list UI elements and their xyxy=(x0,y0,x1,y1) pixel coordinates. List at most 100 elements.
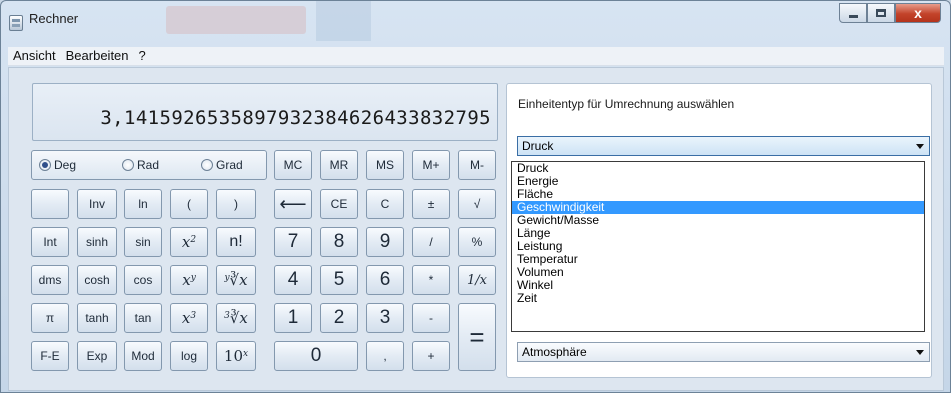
factorial-button[interactable]: n! xyxy=(216,227,256,257)
digit-0-button[interactable]: 0 xyxy=(274,341,358,371)
digit-7-button[interactable]: 7 xyxy=(274,227,312,257)
cos-button[interactable]: cos xyxy=(124,265,162,295)
int-button[interactable]: Int xyxy=(31,227,69,257)
ten-power-exponent: x xyxy=(243,349,249,359)
unit-type-select[interactable]: Druck xyxy=(517,136,930,156)
fe-button[interactable]: F-E xyxy=(31,341,69,371)
ln-button[interactable]: ln xyxy=(124,189,162,219)
maximize-button[interactable] xyxy=(867,3,895,23)
cosh-button[interactable]: cosh xyxy=(77,265,117,295)
blank-button[interactable] xyxy=(31,189,69,219)
reciprocal-button[interactable]: 1/x xyxy=(458,265,496,295)
unit-type-selected: Druck xyxy=(522,139,554,153)
close-paren-button[interactable]: ) xyxy=(216,189,256,219)
dropdown-option[interactable]: Zeit xyxy=(512,292,924,305)
close-button[interactable]: x xyxy=(895,3,941,23)
ms-button[interactable]: MS xyxy=(366,150,404,180)
maximize-icon xyxy=(876,9,886,17)
digit-6-button[interactable]: 6 xyxy=(366,265,404,295)
x-power-y-exponent: y xyxy=(190,273,196,283)
dropdown-option[interactable]: Winkel xyxy=(512,279,924,292)
unit-from-select[interactable]: Atmosphäre xyxy=(517,342,930,362)
sqrt-button[interactable]: √ xyxy=(458,189,496,219)
title-bar[interactable]: Rechner x xyxy=(1,1,950,46)
menu-bar: Ansicht Bearbeiten ? xyxy=(8,47,944,66)
digit-5-button[interactable]: 5 xyxy=(320,265,358,295)
ce-button[interactable]: CE xyxy=(320,189,358,219)
x-squared-exponent: 2 xyxy=(190,235,197,245)
minus-button[interactable]: - xyxy=(412,303,450,333)
digit-1-button[interactable]: 1 xyxy=(274,303,312,333)
digit-3-button[interactable]: 3 xyxy=(366,303,404,333)
inv-button[interactable]: Inv xyxy=(77,189,117,219)
radio-rad[interactable]: Rad xyxy=(122,158,159,172)
digit-8-button[interactable]: 8 xyxy=(320,227,358,257)
menu-help[interactable]: ? xyxy=(134,47,151,65)
clear-button[interactable]: C xyxy=(366,189,404,219)
exp-button[interactable]: Exp xyxy=(77,341,117,371)
dropdown-option[interactable]: Volumen xyxy=(512,266,924,279)
radio-grad[interactable]: Grad xyxy=(201,158,243,172)
chevron-down-icon xyxy=(916,350,924,355)
tan-button[interactable]: tan xyxy=(124,303,162,333)
y-root-button[interactable]: y ∛x xyxy=(216,265,256,295)
m-plus-button[interactable]: M+ xyxy=(412,150,450,180)
ten-power-base: 10 xyxy=(223,347,243,365)
x-squared-button[interactable]: x2 xyxy=(170,227,208,257)
chevron-down-icon xyxy=(916,144,924,149)
ten-power-x-button[interactable]: 10 x xyxy=(216,341,256,371)
radio-dot xyxy=(201,159,213,171)
dropdown-option[interactable]: Temperatur xyxy=(512,253,924,266)
background-taskbar-blur xyxy=(166,6,306,34)
cube-root-label: ∛x xyxy=(229,309,248,327)
close-icon: x xyxy=(914,5,922,21)
angle-mode-group: Deg Rad Grad xyxy=(31,150,267,180)
sinh-button[interactable]: sinh xyxy=(77,227,117,257)
tanh-button[interactable]: tanh xyxy=(77,303,117,333)
dms-button[interactable]: dms xyxy=(31,265,69,295)
multiply-button[interactable]: * xyxy=(412,265,450,295)
log-button[interactable]: log xyxy=(170,341,208,371)
sin-button[interactable]: sin xyxy=(124,227,162,257)
equals-button[interactable]: = xyxy=(458,303,496,371)
unit-from-value: Atmosphäre xyxy=(522,345,587,359)
mr-button[interactable]: MR xyxy=(320,150,358,180)
x-cubed-base: x xyxy=(181,309,191,327)
x-cubed-button[interactable]: x3 xyxy=(170,303,208,333)
y-root-index: y xyxy=(224,273,230,283)
pi-button[interactable]: π xyxy=(31,303,69,333)
m-minus-button[interactable]: M- xyxy=(458,150,496,180)
percent-button[interactable]: % xyxy=(458,227,496,257)
menu-bearbeiten[interactable]: Bearbeiten xyxy=(61,47,134,65)
radio-deg-label: Deg xyxy=(54,158,77,172)
open-paren-button[interactable]: ( xyxy=(170,189,208,219)
radio-deg[interactable]: Deg xyxy=(39,158,76,172)
digit-4-button[interactable]: 4 xyxy=(274,265,312,295)
backspace-button[interactable]: ⟵ xyxy=(274,189,312,219)
radio-rad-label: Rad xyxy=(137,158,160,172)
dropdown-option[interactable]: Energie xyxy=(512,175,924,188)
plus-button[interactable]: + xyxy=(412,341,450,371)
cube-root-button[interactable]: 3 ∛x xyxy=(216,303,256,333)
minimize-icon xyxy=(848,14,858,18)
minimize-button[interactable] xyxy=(839,3,867,23)
radio-dot-selected xyxy=(39,159,51,171)
y-root-label: ∛x xyxy=(229,271,248,289)
mod-button[interactable]: Mod xyxy=(124,341,162,371)
calculator-icon xyxy=(9,15,23,31)
digit-2-button[interactable]: 2 xyxy=(320,303,358,333)
display-value: 3,1415926535897932384626433832795 xyxy=(100,107,491,129)
dropdown-option[interactable]: Gewicht/Masse xyxy=(512,214,924,227)
decimal-button[interactable]: , xyxy=(366,341,404,371)
window-controls: x xyxy=(839,3,941,23)
dropdown-option[interactable]: Länge xyxy=(512,227,924,240)
cube-root-index: 3 xyxy=(224,311,230,321)
divide-button[interactable]: / xyxy=(412,227,450,257)
x-power-y-button[interactable]: xy xyxy=(170,265,208,295)
digit-9-button[interactable]: 9 xyxy=(366,227,404,257)
x-power-y-base: x xyxy=(182,271,191,289)
dropdown-option[interactable]: Druck xyxy=(512,162,924,175)
mc-button[interactable]: MC xyxy=(274,150,312,180)
menu-ansicht[interactable]: Ansicht xyxy=(8,47,61,65)
plus-minus-button[interactable]: ± xyxy=(412,189,450,219)
